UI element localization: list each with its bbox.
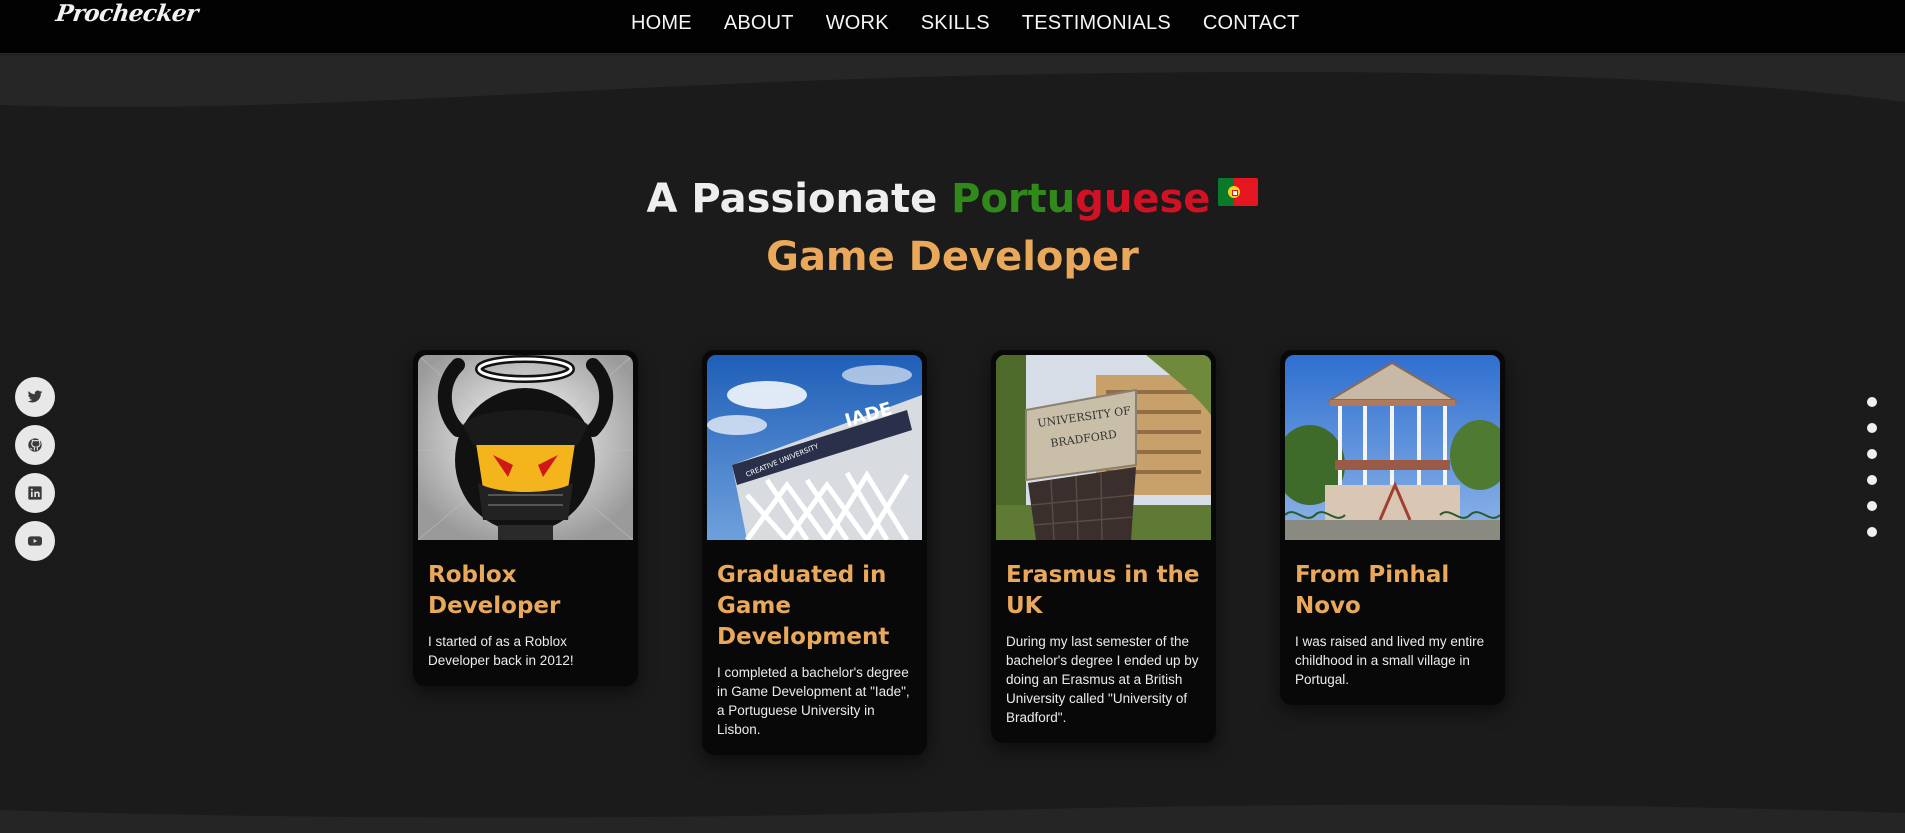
iade-building-image: IADE CREATIVE UNIVERSITY [707,355,922,540]
card-title: Roblox Developer [428,562,561,619]
card-text: I was raised and lived my entire childho… [1295,634,1485,687]
section-dot-6[interactable] [1867,527,1877,537]
youtube-icon [28,536,42,546]
card-text: I completed a bachelor's degree in Game … [717,665,910,737]
section-dot-4[interactable] [1867,475,1877,485]
card-text: During my last semester of the bachelor'… [1006,634,1199,725]
hero-word-green: Portu [951,176,1076,222]
hero-prefix: A Passionate [646,176,952,222]
card-text: I started of as a Roblox Developer back … [428,634,574,668]
bradford-university-image: UNIVERSITY OF BRADFORD [996,355,1211,540]
top-navbar: Prochecker HOME ABOUT WORK SKILLS TESTIM… [0,0,1905,54]
hero-heading: A Passionate Portuguese Game Developer [0,170,1905,286]
pinhal-novo-bandstand-image [1285,355,1500,540]
twitter-button[interactable] [15,377,55,417]
nav-link-home[interactable]: HOME [631,12,692,35]
linkedin-icon [28,486,42,500]
nav-link-testimonials[interactable]: TESTIMONIALS [1022,12,1171,35]
hero-line-1: A Passionate Portuguese [0,170,1905,228]
site-logo[interactable]: Prochecker [54,0,200,27]
about-card-hometown: From Pinhal Novo I was raised and lived … [1280,350,1505,705]
section-dot-3[interactable] [1867,449,1877,459]
nav-link-work[interactable]: WORK [826,12,889,35]
bottom-wave-divider [0,804,1905,833]
github-button[interactable] [15,425,55,465]
hero-word-red: guese [1075,176,1211,222]
section-dot-2[interactable] [1867,423,1877,433]
about-card-roblox: Roblox Developer I started of as a Roblo… [413,350,638,686]
about-card-graduation: IADE CREATIVE UNIVERSITY Graduated in Ga… [702,350,927,755]
section-dot-5[interactable] [1867,501,1877,511]
social-sidebar [15,377,55,561]
youtube-button[interactable] [15,521,55,561]
twitter-icon [27,390,43,403]
nav-link-about[interactable]: ABOUT [724,12,794,35]
roblox-avatar-image [418,355,633,540]
nav-links: HOME ABOUT WORK SKILLS TESTIMONIALS CONT… [631,12,1299,35]
hero-line-2: Game Developer [766,234,1139,280]
linkedin-button[interactable] [15,473,55,513]
card-title: Graduated in Game Development [717,562,890,650]
nav-link-skills[interactable]: SKILLS [921,12,990,35]
section-dot-1[interactable] [1867,397,1877,407]
card-title: Erasmus in the UK [1006,562,1200,619]
top-wave-divider [0,55,1905,107]
section-nav-dots [1867,397,1877,537]
about-card-erasmus: UNIVERSITY OF BRADFORD Erasmus in the UK… [991,350,1216,743]
nav-link-contact[interactable]: CONTACT [1203,12,1300,35]
card-title: From Pinhal Novo [1295,562,1450,619]
github-icon [28,438,42,452]
portugal-flag-icon [1218,178,1259,206]
